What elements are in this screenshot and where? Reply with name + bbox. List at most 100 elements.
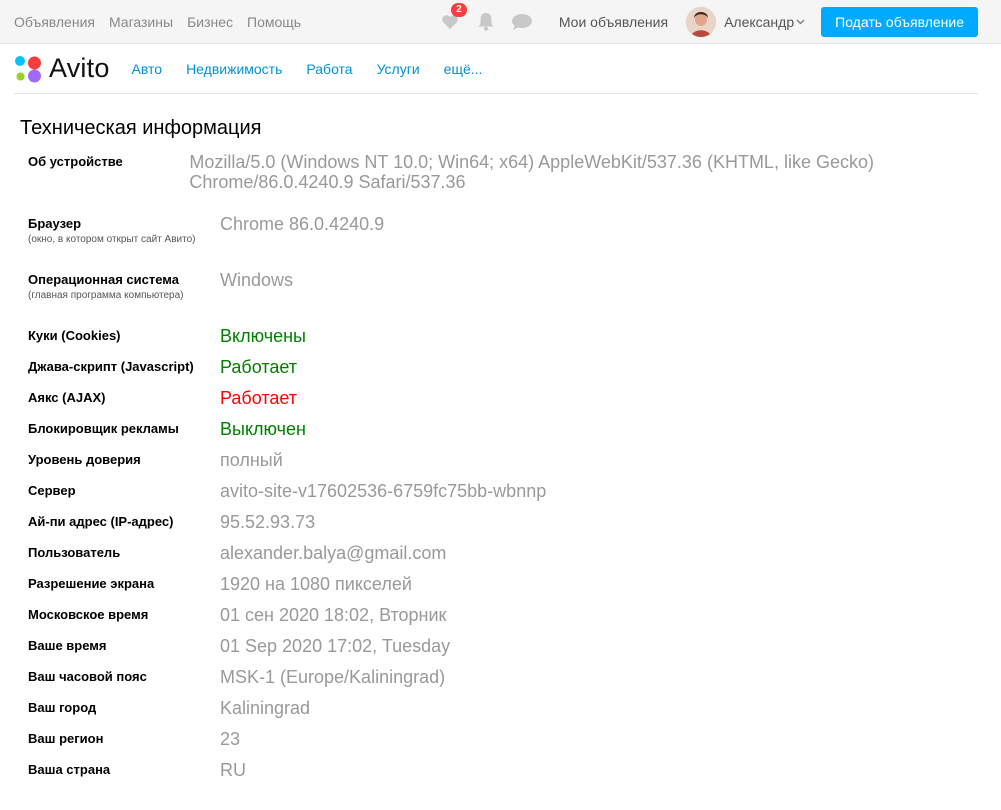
info-row: Браузер (окно, в котором открыт сайт Авит… xyxy=(28,214,1001,270)
info-value: 95.52.93.73 xyxy=(220,512,316,532)
favorites-button[interactable]: 2 xyxy=(439,2,467,33)
avatar-image xyxy=(686,6,717,37)
info-row: Ваша страна RU xyxy=(28,760,1001,791)
notifications-button[interactable] xyxy=(475,11,497,33)
info-row: Об устройстве Mozilla/5.0 (Windows NT 10.… xyxy=(28,152,1001,214)
info-label: Джава-скрипт (Javascript) xyxy=(28,357,220,388)
bell-icon xyxy=(478,13,494,31)
top-links: Объявления Магазины Бизнес Помощь xyxy=(14,0,301,43)
info-label-text: Разрешение экрана xyxy=(28,576,155,591)
nav-row: Avito Авто Недвижимость Работа Услуги ещ… xyxy=(14,44,978,94)
info-label-text: Ай-пи адрес (IP-адрес) xyxy=(28,514,174,529)
info-value: alexander.balya@gmail.com xyxy=(220,543,447,563)
info-label: Аякс (AJAX) xyxy=(28,388,220,419)
info-value: Chrome 86.0.4240.9 xyxy=(220,214,385,234)
info-label: Об устройстве xyxy=(28,152,189,214)
info-label-text: Браузер xyxy=(28,216,82,231)
info-label-hint: (главная программа компьютера) xyxy=(28,290,184,301)
info-label-hint: (окно, в котором открыт сайт Авито) xyxy=(28,234,196,245)
info-label: Ваш часовой пояс xyxy=(28,667,220,698)
post-ad-button[interactable]: Подать объявление xyxy=(821,6,978,37)
info-value: 01 Sep 2020 17:02, Tuesday xyxy=(220,636,451,656)
info-label: Сервер xyxy=(28,481,220,512)
info-label: Ваш город xyxy=(28,698,220,729)
info-value: полный xyxy=(220,450,283,470)
info-row: Операционная система (главная программа к… xyxy=(28,270,1001,326)
info-label-text: Джава-скрипт (Javascript) xyxy=(28,359,194,374)
info-label-text: Ваше время xyxy=(28,638,107,653)
info-label-text: Ваш часовой пояс xyxy=(28,669,147,684)
info-label-text: Аякс (AJAX) xyxy=(28,390,106,405)
info-value: Выключен xyxy=(220,419,306,439)
info-row: Сервер avito-site-v17602536-6759fc75bb-wb… xyxy=(28,481,1001,512)
toplink-ads[interactable]: Объявления xyxy=(14,14,95,30)
category-jobs[interactable]: Работа xyxy=(306,61,352,77)
info-value: Включены xyxy=(220,326,306,346)
info-value: MSK-1 (Europe/Kaliningrad) xyxy=(220,667,446,687)
messages-button[interactable] xyxy=(511,11,533,33)
info-label-text: Уровень доверия xyxy=(28,452,141,467)
info-value: RU xyxy=(220,760,246,780)
info-row: Ваш регион 23 xyxy=(28,729,1001,760)
toplink-help[interactable]: Помощь xyxy=(247,14,301,30)
user-menu[interactable]: Александр xyxy=(724,14,805,30)
info-row: Ай-пи адрес (IP-адрес) 95.52.93.73 xyxy=(28,512,1001,543)
toplink-shops[interactable]: Магазины xyxy=(109,14,173,30)
category-links: Авто Недвижимость Работа Услуги ещё... xyxy=(132,61,483,77)
info-label: Блокировщик рекламы xyxy=(28,419,220,450)
info-label: Пользователь xyxy=(28,543,220,574)
info-label: Браузер (окно, в котором открыт сайт Авит… xyxy=(28,214,220,270)
info-label-text: Ваша страна xyxy=(28,762,111,777)
info-value: 1920 на 1080 пикселей xyxy=(220,574,412,594)
info-row: Аякс (AJAX) Работает xyxy=(28,388,1001,419)
info-row: Джава-скрипт (Javascript) Работает xyxy=(28,357,1001,388)
info-value: avito-site-v17602536-6759fc75bb-wbnnp xyxy=(220,481,547,501)
top-right: 2 Мои объявления Александр Подать объявл… xyxy=(439,0,978,43)
top-bar: Объявления Магазины Бизнес Помощь 2 Мои … xyxy=(0,0,1001,44)
info-label-text: Операционная система xyxy=(28,272,179,287)
info-label: Ваш регион xyxy=(28,729,220,760)
info-label-text: Об устройстве xyxy=(28,154,123,169)
info-label-text: Ваш регион xyxy=(28,731,104,746)
category-more[interactable]: ещё... xyxy=(444,61,483,77)
info-label-text: Ваш город xyxy=(28,700,97,715)
info-value: Работает xyxy=(220,388,298,408)
tech-info-list: Об устройстве Mozilla/5.0 (Windows NT 10.… xyxy=(28,152,1001,791)
info-row: Ваш город Kaliningrad xyxy=(28,698,1001,729)
category-services[interactable]: Услуги xyxy=(377,61,420,77)
info-label: Ай-пи адрес (IP-адрес) xyxy=(28,512,220,543)
username: Александр xyxy=(724,13,795,30)
my-ads-link[interactable]: Мои объявления xyxy=(559,14,668,30)
info-value: Windows xyxy=(220,270,294,290)
logo-text: Avito xyxy=(49,53,110,83)
info-row: Ваш часовой пояс MSK-1 (Europe/Kaliningra… xyxy=(28,667,1001,698)
info-label-text: Сервер xyxy=(28,483,76,498)
info-row: Разрешение экрана 1920 на 1080 пикселей xyxy=(28,574,1001,605)
avatar[interactable] xyxy=(686,6,717,37)
info-label-text: Московское время xyxy=(28,607,149,622)
info-row: Уровень доверия полный xyxy=(28,450,1001,481)
favorites-badge: 2 xyxy=(450,2,467,17)
chat-icon xyxy=(511,13,532,30)
info-label: Ваша страна xyxy=(28,760,220,791)
info-label: Куки (Cookies) xyxy=(28,326,220,357)
avito-logo[interactable]: Avito xyxy=(14,44,110,93)
toplink-business[interactable]: Бизнес xyxy=(187,14,233,30)
category-auto[interactable]: Авто xyxy=(132,61,163,77)
info-value: 23 xyxy=(220,729,241,749)
info-row: Московское время 01 сен 2020 18:02, Вторн… xyxy=(28,605,1001,636)
info-label: Ваше время xyxy=(28,636,220,667)
info-value: Работает xyxy=(220,357,298,377)
info-label-text: Куки (Cookies) xyxy=(28,328,121,343)
info-row: Блокировщик рекламы Выключен xyxy=(28,419,1001,450)
category-realty[interactable]: Недвижимость xyxy=(186,61,282,77)
info-label-text: Блокировщик рекламы xyxy=(28,421,179,436)
page-title: Техническая информация xyxy=(20,117,262,139)
info-label: Уровень доверия xyxy=(28,450,220,481)
info-label-text: Пользователь xyxy=(28,545,121,560)
logo-dots-icon xyxy=(15,55,41,82)
info-value: Mozilla/5.0 (Windows NT 10.0; Win64; x64… xyxy=(189,152,874,192)
info-value: Kaliningrad xyxy=(220,698,311,718)
info-row: Пользователь alexander.balya@gmail.com xyxy=(28,543,1001,574)
chevron-down-icon xyxy=(796,19,805,24)
